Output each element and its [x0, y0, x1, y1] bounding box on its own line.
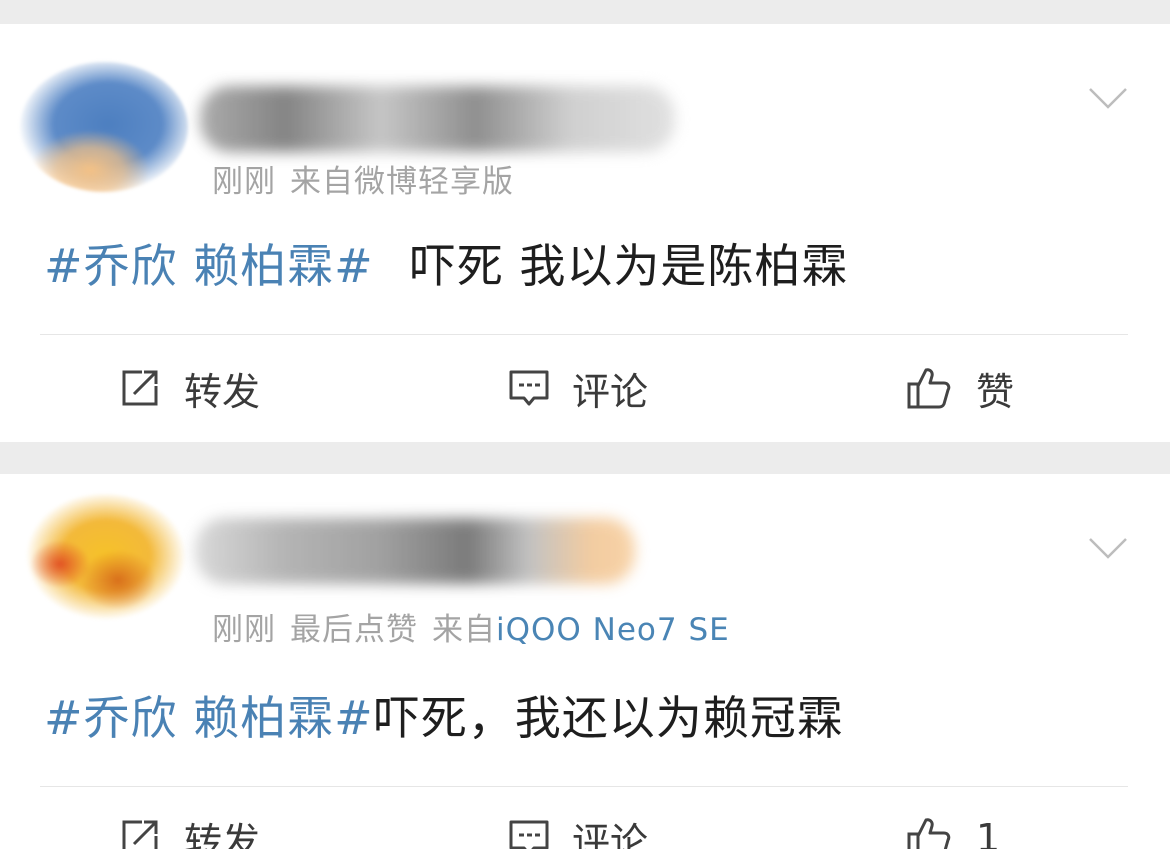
action-bar: 转发 评论 赞: [0, 360, 1170, 420]
username-redacted[interactable]: [195, 518, 635, 584]
chevron-down-icon[interactable]: [1088, 536, 1128, 560]
post-content: #乔欣 赖柏霖# 吓死 我以为是陈柏霖: [44, 230, 848, 296]
thumbs-up-icon: [907, 368, 951, 409]
like-button[interactable]: 1: [906, 810, 1000, 849]
post-card: 刚刚 最后点赞 来自iQOO Neo7 SE #乔欣 赖柏霖#吓死，我还以为赖冠霖 …: [0, 474, 1170, 849]
source-name: 微博轻享版: [354, 164, 514, 200]
post-time: 刚刚: [212, 164, 276, 200]
post-text: 吓死，我还以为赖冠霖: [373, 691, 844, 745]
weibo-feed: 刚刚 来自微博轻享版 #乔欣 赖柏霖# 吓死 我以为是陈柏霖 转发 评论 赞 刚…: [0, 0, 1170, 849]
repost-button[interactable]: 转发: [120, 810, 260, 849]
action-bar: 转发 评论 1: [0, 810, 1170, 849]
comment-label: 评论: [572, 819, 649, 849]
post-text: 吓死 我以为是陈柏霖: [409, 239, 849, 293]
like-count: 1: [976, 816, 1001, 849]
comment-button[interactable]: 评论: [508, 810, 648, 849]
comment-button[interactable]: 评论: [508, 360, 648, 416]
like-label: 赞: [976, 369, 1015, 414]
divider: [40, 786, 1128, 787]
like-button[interactable]: 赞: [906, 360, 1014, 416]
post-source: 来自微博轻享版: [290, 164, 514, 200]
source-prefix: 来自: [432, 612, 496, 648]
hashtag-link[interactable]: #乔欣 赖柏霖#: [44, 691, 374, 745]
post-meta: 刚刚 最后点赞 来自iQOO Neo7 SE: [212, 604, 730, 649]
avatar[interactable]: [20, 494, 188, 624]
post-content: #乔欣 赖柏霖#吓死，我还以为赖冠霖: [44, 682, 844, 748]
liked-note: 最后点赞: [290, 612, 418, 648]
comment-label: 评论: [572, 369, 649, 414]
thumbs-up-icon: [907, 818, 951, 849]
source-prefix: 来自: [290, 164, 354, 200]
repost-label: 转发: [184, 819, 261, 849]
avatar[interactable]: [20, 62, 188, 192]
repost-label: 转发: [184, 369, 261, 414]
divider: [40, 334, 1128, 335]
username-redacted[interactable]: [200, 86, 675, 152]
repost-button[interactable]: 转发: [120, 360, 260, 416]
source-name[interactable]: iQOO Neo7 SE: [496, 612, 730, 648]
post-card: 刚刚 来自微博轻享版 #乔欣 赖柏霖# 吓死 我以为是陈柏霖 转发 评论 赞: [0, 24, 1170, 442]
comment-icon: [509, 370, 549, 406]
post-time: 刚刚: [212, 612, 276, 648]
chevron-down-icon[interactable]: [1088, 86, 1128, 110]
repost-icon: [122, 370, 158, 406]
post-meta: 刚刚 来自微博轻享版: [212, 156, 514, 201]
hashtag-link[interactable]: #乔欣 赖柏霖#: [44, 239, 374, 293]
comment-icon: [509, 820, 549, 849]
post-source: 来自iQOO Neo7 SE: [432, 612, 730, 648]
repost-icon: [122, 820, 158, 849]
